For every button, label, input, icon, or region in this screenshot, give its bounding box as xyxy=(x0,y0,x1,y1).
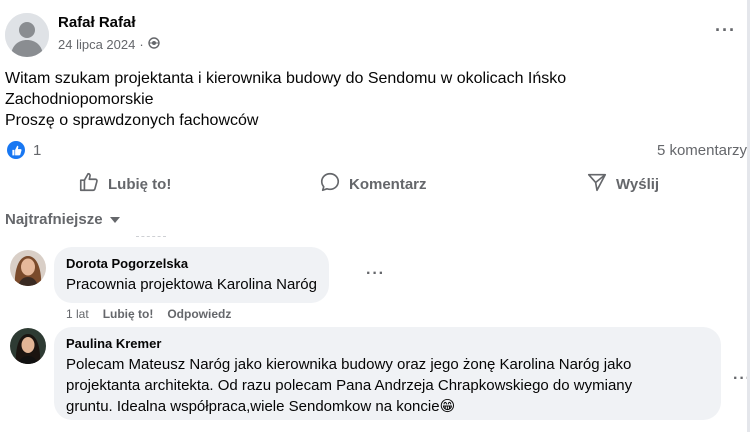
globe-icon xyxy=(147,37,160,52)
comment-text-line: projektanta architekta. Od razu polecam … xyxy=(66,377,633,394)
sort-label: Najtrafniejsze xyxy=(5,211,103,228)
comment-author[interactable]: Paulina Kremer xyxy=(66,336,709,351)
commenter-avatar[interactable] xyxy=(10,328,46,364)
send-icon xyxy=(586,171,608,197)
comment-bubble: Dorota Pogorzelska Pracownia projektowa … xyxy=(54,247,329,303)
comment-text-line: Polecam Mateusz Naróg jako kierownika bu… xyxy=(66,356,632,373)
grinning-emoji-icon: 😁 xyxy=(439,398,456,415)
comment-count-link[interactable]: 5 komentarzy xyxy=(657,142,747,159)
comment-text: Pracownia projektowa Karolina Naróg xyxy=(66,276,317,293)
profile-photo-icon xyxy=(10,328,46,364)
post-options-button[interactable]: ··· xyxy=(715,20,736,41)
like-reaction-icon xyxy=(7,141,25,159)
post-author-name[interactable]: Rafał Rafał xyxy=(58,14,136,31)
post-text-line: Proszę o sprawdzonych fachowców xyxy=(5,112,259,129)
profile-photo-icon xyxy=(10,250,46,286)
post-action-bar: Lubię to! Komentarz Wyślij xyxy=(0,165,750,203)
post-text-line: Witam szukam projektanta i kierownika bu… xyxy=(5,70,567,87)
author-avatar[interactable] xyxy=(5,13,49,57)
comment-reply-link[interactable]: Odpowiedz xyxy=(167,307,231,321)
commenter-avatar[interactable] xyxy=(10,250,46,286)
comment-button-label: Komentarz xyxy=(349,175,427,193)
comment-text-line: gruntu. Idealna współpraca,wiele Sendomk… xyxy=(66,396,709,417)
comment-time[interactable]: 1 lat xyxy=(66,307,89,321)
load-more-indicator xyxy=(136,236,166,237)
default-avatar-icon xyxy=(5,13,49,57)
comment-options-button[interactable]: ··· xyxy=(366,265,385,283)
post-body: Witam szukam projektanta i kierownika bu… xyxy=(5,68,725,131)
reactions-summary[interactable]: 1 xyxy=(7,141,41,159)
comment-bubble: Paulina Kremer Polecam Mateusz Naróg jak… xyxy=(54,327,721,420)
comment-button[interactable]: Komentarz xyxy=(319,165,427,203)
comment-text-segment: gruntu. Idealna współpraca,wiele Sendomk… xyxy=(66,398,440,415)
like-button-label: Lubię to! xyxy=(108,175,172,193)
comment-like-link[interactable]: Lubię to! xyxy=(103,307,154,321)
thumbs-up-icon xyxy=(78,171,100,197)
comment-meta: 1 lat Lubię to! Odpowiedz xyxy=(66,307,231,321)
like-button[interactable]: Lubię to! xyxy=(78,165,171,203)
share-button[interactable]: Wyślij xyxy=(586,165,659,203)
comment-bubble-icon xyxy=(319,171,341,197)
comment-sort-dropdown[interactable]: Najtrafniejsze xyxy=(5,211,121,228)
post-meta: 24 lipca 2024 · xyxy=(58,37,160,52)
post-date[interactable]: 24 lipca 2024 xyxy=(58,37,135,52)
caret-down-icon xyxy=(109,211,121,228)
share-button-label: Wyślij xyxy=(616,175,660,193)
post-text-line: Zachodniopomorskie xyxy=(5,91,154,108)
comment-text: Polecam Mateusz Naróg jako kierownika bu… xyxy=(66,354,709,417)
reaction-count: 1 xyxy=(33,141,42,159)
meta-separator: · xyxy=(139,37,144,52)
comment-author[interactable]: Dorota Pogorzelska xyxy=(66,256,317,271)
